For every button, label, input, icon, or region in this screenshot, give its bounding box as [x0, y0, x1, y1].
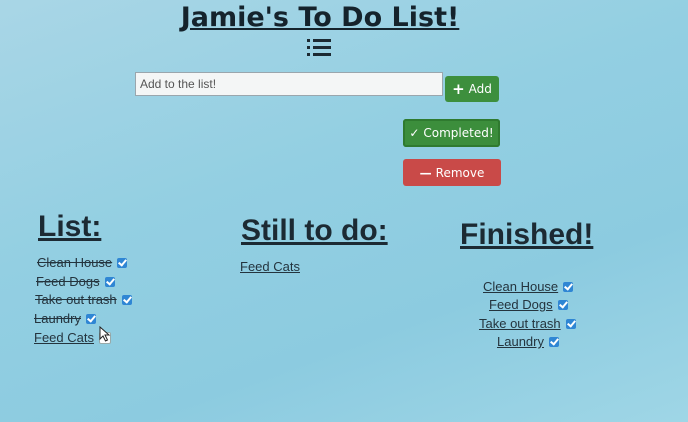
- add-button[interactable]: + Add: [445, 76, 499, 102]
- finished-item[interactable]: Feed Dogs: [489, 297, 568, 312]
- finished-heading: Finished!: [460, 218, 594, 251]
- finished-item[interactable]: Laundry: [497, 334, 559, 349]
- completed-button[interactable]: ✓ Completed!: [403, 119, 500, 147]
- finished-item[interactable]: Clean House: [483, 279, 574, 294]
- finished-item-label: Take out trash: [479, 316, 561, 331]
- list-icon[interactable]: [307, 38, 331, 58]
- list-item[interactable]: Take out trash: [35, 292, 132, 307]
- list-item[interactable]: Laundry: [34, 311, 96, 326]
- still-to-do-heading: Still to do:: [241, 214, 388, 247]
- completed-button-label: Completed!: [423, 126, 494, 140]
- check-icon: ✓: [409, 126, 420, 140]
- checkbox-checked-icon[interactable]: [104, 276, 115, 287]
- list-heading: List:: [38, 210, 102, 243]
- list-item-label: Take out trash: [35, 292, 117, 307]
- add-item-input[interactable]: [135, 72, 443, 96]
- checkbox-checked-icon[interactable]: [117, 257, 128, 268]
- finished-item-label: Laundry: [497, 334, 544, 349]
- todo-item[interactable]: Feed Cats: [240, 259, 300, 274]
- list-item[interactable]: Feed Dogs: [36, 274, 115, 289]
- finished-item[interactable]: Take out trash: [479, 316, 576, 331]
- checkbox-checked-icon[interactable]: [548, 336, 559, 347]
- page-title: Jamie's To Do List!: [180, 2, 460, 33]
- list-item-label: Laundry: [34, 311, 81, 326]
- checkbox-checked-icon[interactable]: [85, 313, 96, 324]
- list-item-label: Feed Dogs: [36, 274, 100, 289]
- add-button-label: Add: [468, 82, 492, 96]
- list-item[interactable]: Clean House: [37, 255, 128, 270]
- mouse-pointer-icon: [99, 326, 111, 342]
- checkbox-checked-icon[interactable]: [121, 294, 132, 305]
- finished-item-label: Clean House: [483, 279, 559, 294]
- remove-button-label: Remove: [435, 165, 485, 180]
- remove-button[interactable]: — Remove: [403, 159, 501, 186]
- list-item-label: Clean House: [37, 255, 113, 270]
- checkbox-checked-icon[interactable]: [563, 281, 574, 292]
- plus-icon: +: [452, 80, 465, 98]
- minus-icon: —: [419, 165, 432, 180]
- checkbox-checked-icon[interactable]: [557, 299, 568, 310]
- checkbox-checked-icon[interactable]: [565, 318, 576, 329]
- finished-item-label: Feed Dogs: [489, 297, 553, 312]
- list-item-label: Feed Cats: [34, 330, 94, 345]
- todo-item-label: Feed Cats: [240, 259, 300, 274]
